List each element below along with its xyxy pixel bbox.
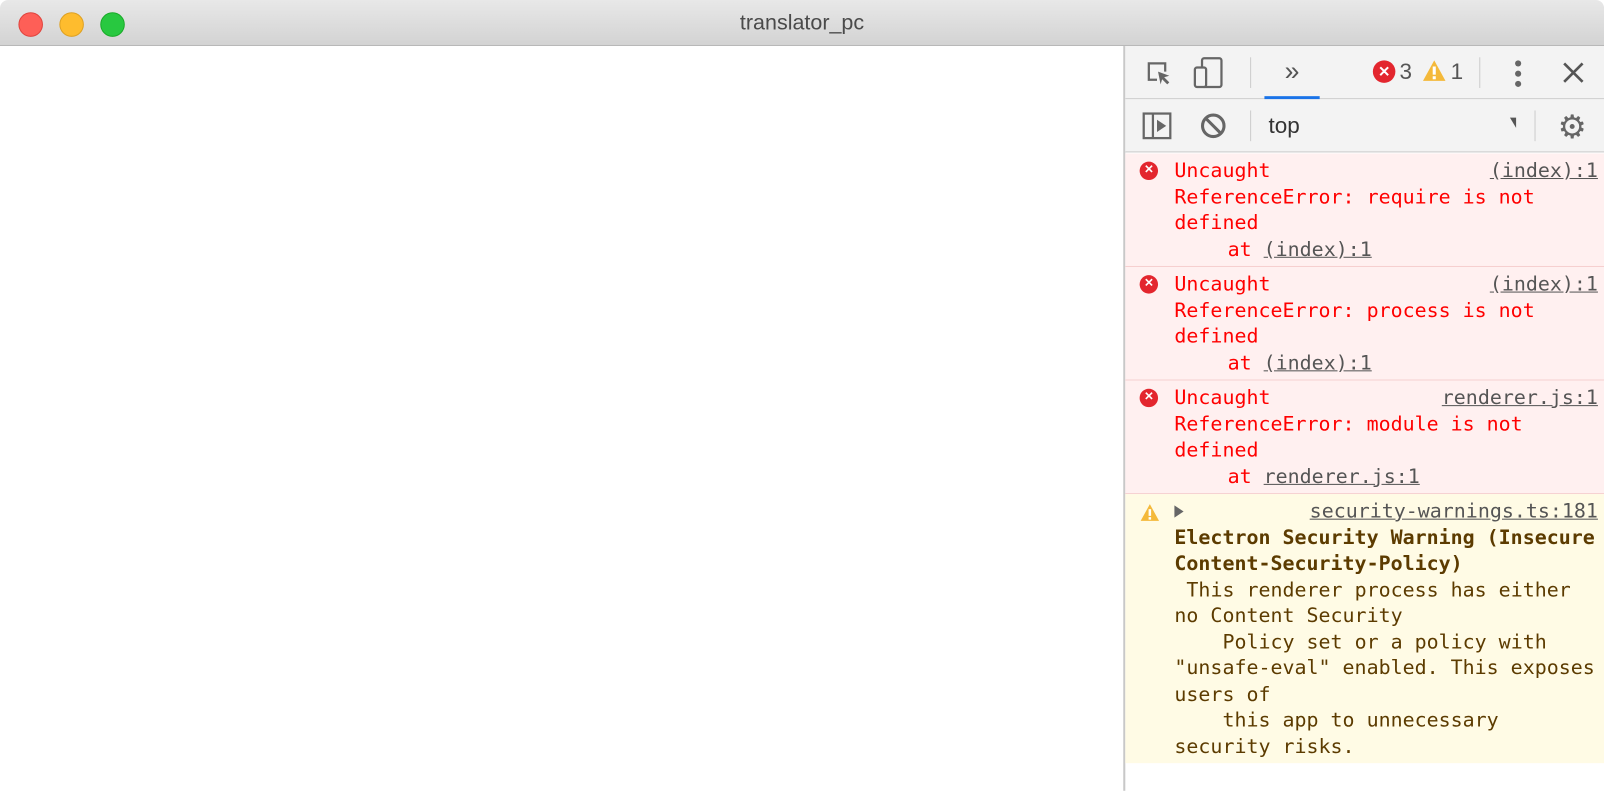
console-error-message: ✕ renderer.js:1 Uncaught ReferenceError:… (1125, 381, 1604, 495)
error-body: ReferenceError: require is not defined (1174, 185, 1534, 235)
stack-link[interactable]: (index):1 (1264, 237, 1372, 261)
show-sidebar-icon[interactable] (1142, 112, 1173, 141)
source-link[interactable]: (index):1 (1490, 271, 1598, 297)
devtools-main-toolbar: » ✕ 3 1 (1125, 46, 1604, 99)
stack-link[interactable]: renderer.js:1 (1264, 464, 1420, 488)
warning-icon (1140, 502, 1160, 528)
stack-at: at (1228, 237, 1252, 261)
stack-at: at (1228, 464, 1252, 488)
stack-link[interactable]: (index):1 (1264, 350, 1372, 374)
error-icon: ✕ (1140, 162, 1158, 180)
expand-triangle-icon[interactable] (1174, 505, 1183, 517)
error-head: Uncaught (1174, 386, 1270, 410)
warning-count[interactable]: 1 (1451, 58, 1464, 85)
clear-console-icon[interactable] (1199, 112, 1228, 141)
context-dropdown-icon[interactable] (1510, 118, 1516, 128)
context-selector[interactable]: top (1269, 113, 1300, 140)
warning-body: This renderer process has either no Cont… (1174, 576, 1598, 759)
source-link[interactable]: (index):1 (1490, 158, 1598, 184)
warning-title: Electron Security Warning (Insecure Cont… (1174, 524, 1598, 576)
error-head: Uncaught (1174, 159, 1270, 183)
error-icon: ✕ (1140, 275, 1158, 293)
devtools-panel: » ✕ 3 1 top ⚙ ✕ (index):1 Uncaught Refer… (1123, 46, 1604, 791)
device-toolbar-icon[interactable] (1193, 56, 1224, 89)
error-body: ReferenceError: process is not defined (1174, 298, 1534, 348)
source-link[interactable]: security-warnings.ts:181 (1310, 498, 1598, 524)
console-error-message: ✕ (index):1 Uncaught ReferenceError: req… (1125, 153, 1604, 267)
error-head: Uncaught (1174, 272, 1270, 296)
window-title: translator_pc (0, 11, 1604, 36)
more-options-icon[interactable] (1506, 58, 1531, 89)
error-icon[interactable]: ✕ (1373, 60, 1396, 83)
console-warning-message: security-warnings.ts:181 Electron Securi… (1125, 494, 1604, 763)
warning-icon[interactable] (1422, 58, 1447, 83)
console-error-message: ✕ (index):1 Uncaught ReferenceError: pro… (1125, 267, 1604, 381)
settings-gear-icon[interactable]: ⚙ (1555, 109, 1590, 144)
source-link[interactable]: renderer.js:1 (1442, 385, 1598, 411)
window-titlebar: translator_pc (0, 0, 1604, 46)
more-tabs-button[interactable]: » (1264, 46, 1319, 99)
error-icon: ✕ (1140, 389, 1158, 407)
close-devtools-icon[interactable] (1559, 58, 1588, 87)
error-body: ReferenceError: module is not defined (1174, 412, 1522, 462)
console-toolbar: top ⚙ (1125, 99, 1604, 152)
error-count[interactable]: 3 (1399, 58, 1412, 85)
stack-at: at (1228, 350, 1252, 374)
console-messages: ✕ (index):1 Uncaught ReferenceError: req… (1125, 153, 1604, 790)
app-page (0, 46, 1123, 791)
inspect-element-icon[interactable] (1144, 58, 1175, 89)
